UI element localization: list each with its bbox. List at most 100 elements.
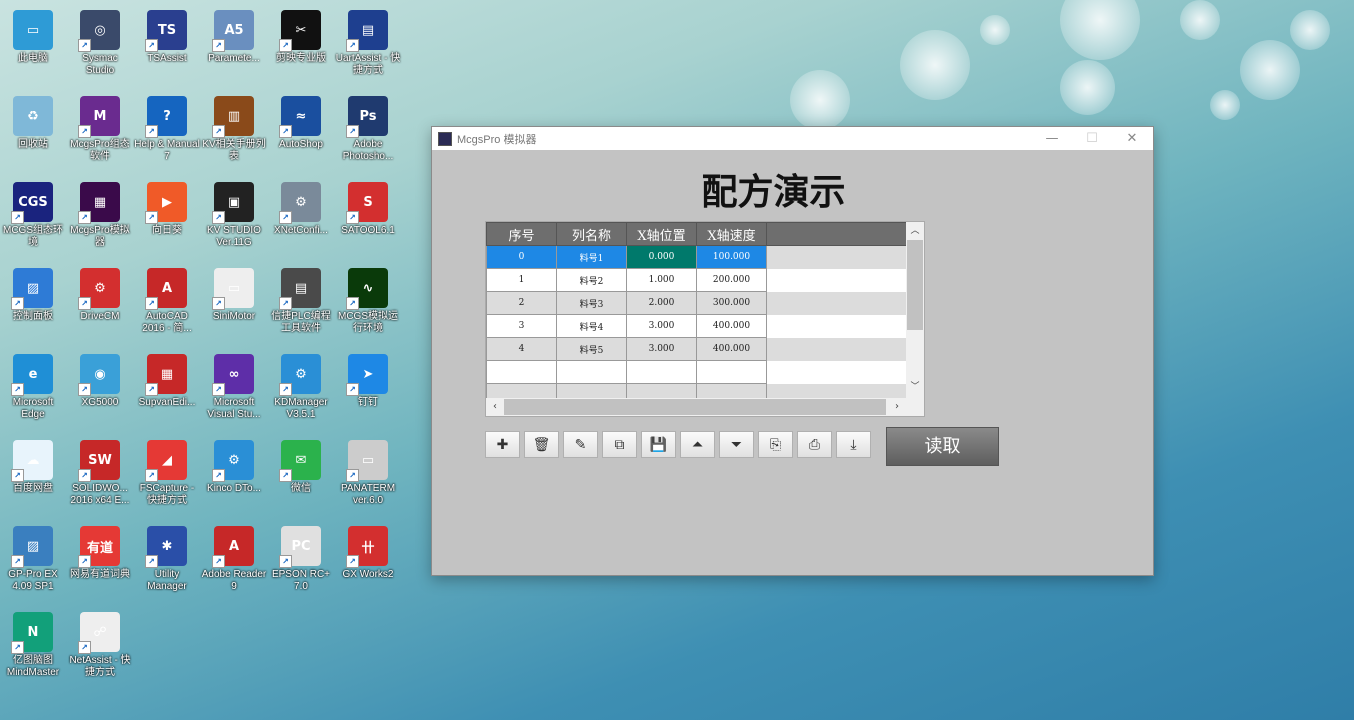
desktop-icon[interactable]: ✱ ↗ Utility Manager — [134, 520, 200, 604]
desktop-icon[interactable]: 有道 ↗ 网易有道词典 — [67, 520, 133, 604]
desktop-icon[interactable]: TS ↗ TSAssist — [134, 4, 200, 88]
desktop-icon[interactable]: N ↗ 亿图脑图MindMaster — [0, 606, 66, 690]
desktop-icon[interactable]: ▦ ↗ McgsPro模拟器 — [67, 176, 133, 260]
desktop-icon[interactable]: ☁ ↗ 百度网盘 — [0, 434, 66, 518]
table-cell[interactable]: 2.000 — [626, 291, 697, 315]
desktop-icon[interactable]: A ↗ AutoCAD 2016 - 简... — [134, 262, 200, 346]
minimize-button[interactable]: — — [1032, 127, 1072, 150]
desktop-icon[interactable]: M ↗ McgsPro组态软件 — [67, 90, 133, 174]
column-header[interactable]: 列名称 — [556, 222, 627, 246]
table-cell[interactable]: 100.000 — [696, 245, 767, 269]
table-cell[interactable]: 3 — [486, 314, 557, 338]
scroll-left-icon[interactable]: ‹ — [486, 398, 504, 416]
table-cell[interactable]: 0.000 — [626, 245, 697, 269]
desktop-icon[interactable]: ▤ ↗ UartAssist - 快捷方式 — [335, 4, 401, 88]
table-cell[interactable]: 料号2 — [556, 268, 627, 292]
desktop-icon[interactable]: ⚙ ↗ Kinco DTo... — [201, 434, 267, 518]
download-button[interactable]: ⤓ — [836, 431, 871, 458]
title-bar[interactable]: McgsPro 模拟器 — ☐ ✕ — [432, 127, 1153, 150]
table-row[interactable]: 3 料号4 3.000 400.000 — [486, 314, 907, 338]
close-button[interactable]: ✕ — [1112, 127, 1152, 150]
desktop-icon[interactable]: ∿ ↗ MCGS模拟运行环境 — [335, 262, 401, 346]
desktop-icon[interactable]: ▨ ↗ GP-Pro EX 4.09 SP1 — [0, 520, 66, 604]
table-cell[interactable]: 3.000 — [626, 314, 697, 338]
desktop-icon[interactable]: ▭ 此电脑 — [0, 4, 66, 88]
desktop-icon[interactable]: ☍ ↗ NetAssist - 快捷方式 — [67, 606, 133, 690]
delete-row-button[interactable]: 🗑 — [524, 431, 559, 458]
table-row[interactable]: 0 料号1 0.000 100.000 — [486, 245, 907, 269]
table-cell[interactable]: 料号4 — [556, 314, 627, 338]
table-cell[interactable]: 4 — [486, 337, 557, 361]
table-cell[interactable] — [556, 360, 627, 384]
desktop-icon[interactable]: A5 ↗ Paramete... — [201, 4, 267, 88]
read-button[interactable]: 读取 — [886, 427, 999, 466]
table-row[interactable]: 4 料号5 3.000 400.000 — [486, 337, 907, 361]
scroll-right-icon[interactable]: › — [888, 398, 906, 416]
desktop-icon[interactable]: ⚙ ↗ XNetConfi... — [268, 176, 334, 260]
column-header[interactable]: X轴位置 — [626, 222, 697, 246]
desktop-icon[interactable]: ≈ ↗ AutoShop — [268, 90, 334, 174]
desktop-icon[interactable]: 卄 ↗ GX Works2 — [335, 520, 401, 604]
table-cell[interactable]: 1.000 — [626, 268, 697, 292]
import-button[interactable]: ⎘ — [758, 431, 793, 458]
move-bottom-button[interactable]: ⏷ — [719, 431, 754, 458]
table-cell[interactable]: 400.000 — [696, 337, 767, 361]
vertical-scrollbar[interactable]: ︿ ﹀ — [906, 222, 924, 398]
table-cell[interactable] — [486, 360, 557, 384]
copy-button[interactable]: ⧉ — [602, 431, 637, 458]
scroll-up-icon[interactable]: ︿ — [906, 222, 924, 240]
desktop-icon[interactable]: ◢ ↗ FSCapture - 快捷方式 — [134, 434, 200, 518]
desktop-icon[interactable]: S ↗ SATOOL6.1 — [335, 176, 401, 260]
desktop-icon[interactable]: ▦ ↗ SupvanEdi... — [134, 348, 200, 432]
column-header[interactable]: X轴速度 — [696, 222, 767, 246]
move-top-button[interactable]: ⏶ — [680, 431, 715, 458]
desktop-icon[interactable]: ? ↗ Help & Manual 7 — [134, 90, 200, 174]
desktop-icon[interactable]: Ps ↗ Adobe Photosho... — [335, 90, 401, 174]
column-header[interactable]: 序号 — [486, 222, 557, 246]
add-row-button[interactable]: ✚ — [485, 431, 520, 458]
desktop-icon[interactable]: CGS ↗ MCGS组态环境 — [0, 176, 66, 260]
desktop-icon[interactable]: ◎ ↗ Sysmac Studio — [67, 4, 133, 88]
maximize-button[interactable]: ☐ — [1072, 127, 1112, 150]
desktop-icon[interactable]: ▤ ↗ 信捷PLC编程工具软件 — [268, 262, 334, 346]
desktop-icon[interactable]: ▨ ↗ 控制面板 — [0, 262, 66, 346]
recipe-table[interactable]: 序号 列名称 X轴位置 X轴速度 0 料号1 0.000 100.000 1 料号2 1.000 2… — [485, 221, 925, 417]
table-cell[interactable]: 2 — [486, 291, 557, 315]
edit-button[interactable]: ✎ — [563, 431, 598, 458]
horizontal-scroll-thumb[interactable] — [504, 399, 886, 415]
table-cell[interactable]: 200.000 — [696, 268, 767, 292]
desktop-icon[interactable]: ◉ ↗ XG5000 — [67, 348, 133, 432]
table-cell[interactable]: 1 — [486, 268, 557, 292]
table-cell[interactable] — [626, 360, 697, 384]
table-cell[interactable]: 300.000 — [696, 291, 767, 315]
table-cell[interactable]: 400.000 — [696, 314, 767, 338]
table-cell[interactable]: 0 — [486, 245, 557, 269]
desktop-icon[interactable]: ▭ ↗ SiniMotor — [201, 262, 267, 346]
table-row[interactable] — [486, 360, 907, 384]
horizontal-scrollbar[interactable]: ‹ › — [486, 398, 906, 416]
desktop-icon[interactable]: ▥ ↗ KV相关手册列表 — [201, 90, 267, 174]
scroll-down-icon[interactable]: ﹀ — [906, 378, 924, 396]
desktop-icon[interactable]: PC ↗ EPSON RC+ 7.0 — [268, 520, 334, 604]
save-button[interactable]: 💾 — [641, 431, 676, 458]
desktop-icon[interactable]: ✉ ↗ 微信 — [268, 434, 334, 518]
export-button[interactable]: ⎙ — [797, 431, 832, 458]
desktop-icon[interactable]: ✂ ↗ 剪映专业版 — [268, 4, 334, 88]
desktop-icon[interactable]: ➤ ↗ 钉钉 — [335, 348, 401, 432]
desktop-icon[interactable]: ♻ 回收站 — [0, 90, 66, 174]
desktop-icon[interactable]: ▭ ↗ PANATERM ver.6.0 — [335, 434, 401, 518]
table-cell[interactable]: 3.000 — [626, 337, 697, 361]
desktop-icon[interactable]: SW ↗ SOLIDWO... 2016 x64 E... — [67, 434, 133, 518]
desktop-icon[interactable]: ⚙ ↗ DriveCM — [67, 262, 133, 346]
desktop-icon[interactable]: A ↗ Adobe Reader 9 — [201, 520, 267, 604]
table-cell[interactable] — [696, 360, 767, 384]
desktop-icon[interactable]: ∞ ↗ Microsoft Visual Stu... — [201, 348, 267, 432]
table-cell[interactable]: 料号3 — [556, 291, 627, 315]
table-row[interactable]: 1 料号2 1.000 200.000 — [486, 268, 907, 292]
table-cell[interactable]: 料号5 — [556, 337, 627, 361]
desktop-icon[interactable]: e ↗ Microsoft Edge — [0, 348, 66, 432]
table-cell[interactable]: 料号1 — [556, 245, 627, 269]
desktop-icon[interactable]: ▣ ↗ KV STUDIO Ver.11G — [201, 176, 267, 260]
table-row[interactable]: 2 料号3 2.000 300.000 — [486, 291, 907, 315]
desktop-icon[interactable]: ▶ ↗ 向日葵 — [134, 176, 200, 260]
